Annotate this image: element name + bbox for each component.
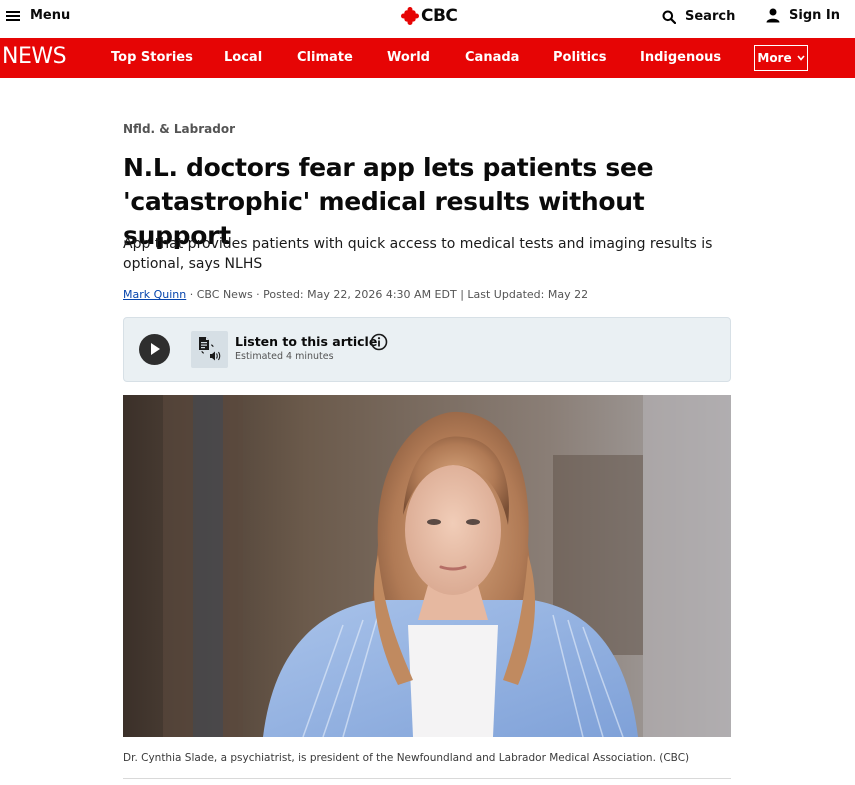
- nav-item-indigenous[interactable]: Indigenous: [640, 50, 721, 65]
- menu-icon: [6, 10, 20, 22]
- logo-text: CBC: [421, 6, 458, 26]
- menu-button[interactable]: Menu: [6, 8, 70, 23]
- section-label[interactable]: Nfld. & Labrador: [123, 122, 235, 136]
- listen-estimate: Estimated 4 minutes: [235, 351, 334, 362]
- article-deck: App that provides patients with quick ac…: [123, 236, 713, 272]
- nav-item-canada[interactable]: Canada: [465, 50, 519, 65]
- news-brand[interactable]: NEWS: [2, 44, 67, 69]
- photo-caption: Dr. Cynthia Slade, a psychiatrist, is pr…: [123, 752, 690, 764]
- user-icon: [766, 8, 780, 23]
- cbc-logo[interactable]: CBC: [401, 6, 458, 26]
- author-link[interactable]: Mark Quinn: [123, 288, 186, 301]
- more-button[interactable]: More: [754, 45, 808, 71]
- chevron-down-icon: [797, 55, 805, 61]
- byline: Mark Quinn · CBC News · Posted: May 22, …: [123, 288, 588, 301]
- divider: [123, 778, 731, 779]
- search-icon: [662, 10, 676, 24]
- sign-in-label: Sign In: [789, 8, 840, 23]
- news-nav-bar: NEWS Top Stories Local Climate World Can…: [0, 38, 855, 78]
- cbc-gem-icon: [401, 7, 419, 25]
- menu-label: Menu: [30, 8, 71, 23]
- nav-item-world[interactable]: World: [387, 50, 430, 65]
- document-audio-icon: [191, 331, 228, 368]
- listen-article-panel: Listen to this article Estimated 4 minut…: [123, 317, 731, 382]
- info-icon[interactable]: [370, 333, 388, 351]
- byline-meta: · CBC News · Posted: May 22, 2026 4:30 A…: [186, 288, 589, 301]
- listen-title[interactable]: Listen to this article: [235, 334, 377, 349]
- search-label: Search: [685, 9, 736, 24]
- play-icon[interactable]: [139, 334, 170, 365]
- article-photo[interactable]: [123, 395, 731, 737]
- top-bar: Menu CBC Search Sign In: [0, 0, 855, 38]
- nav-item-climate[interactable]: Climate: [297, 50, 353, 65]
- sign-in-button[interactable]: Sign In: [766, 8, 840, 23]
- search-button[interactable]: Search: [662, 9, 735, 24]
- more-label: More: [757, 51, 792, 65]
- nav-item-local[interactable]: Local: [224, 50, 262, 65]
- nav-item-top-stories[interactable]: Top Stories: [111, 50, 193, 65]
- nav-item-politics[interactable]: Politics: [553, 50, 607, 65]
